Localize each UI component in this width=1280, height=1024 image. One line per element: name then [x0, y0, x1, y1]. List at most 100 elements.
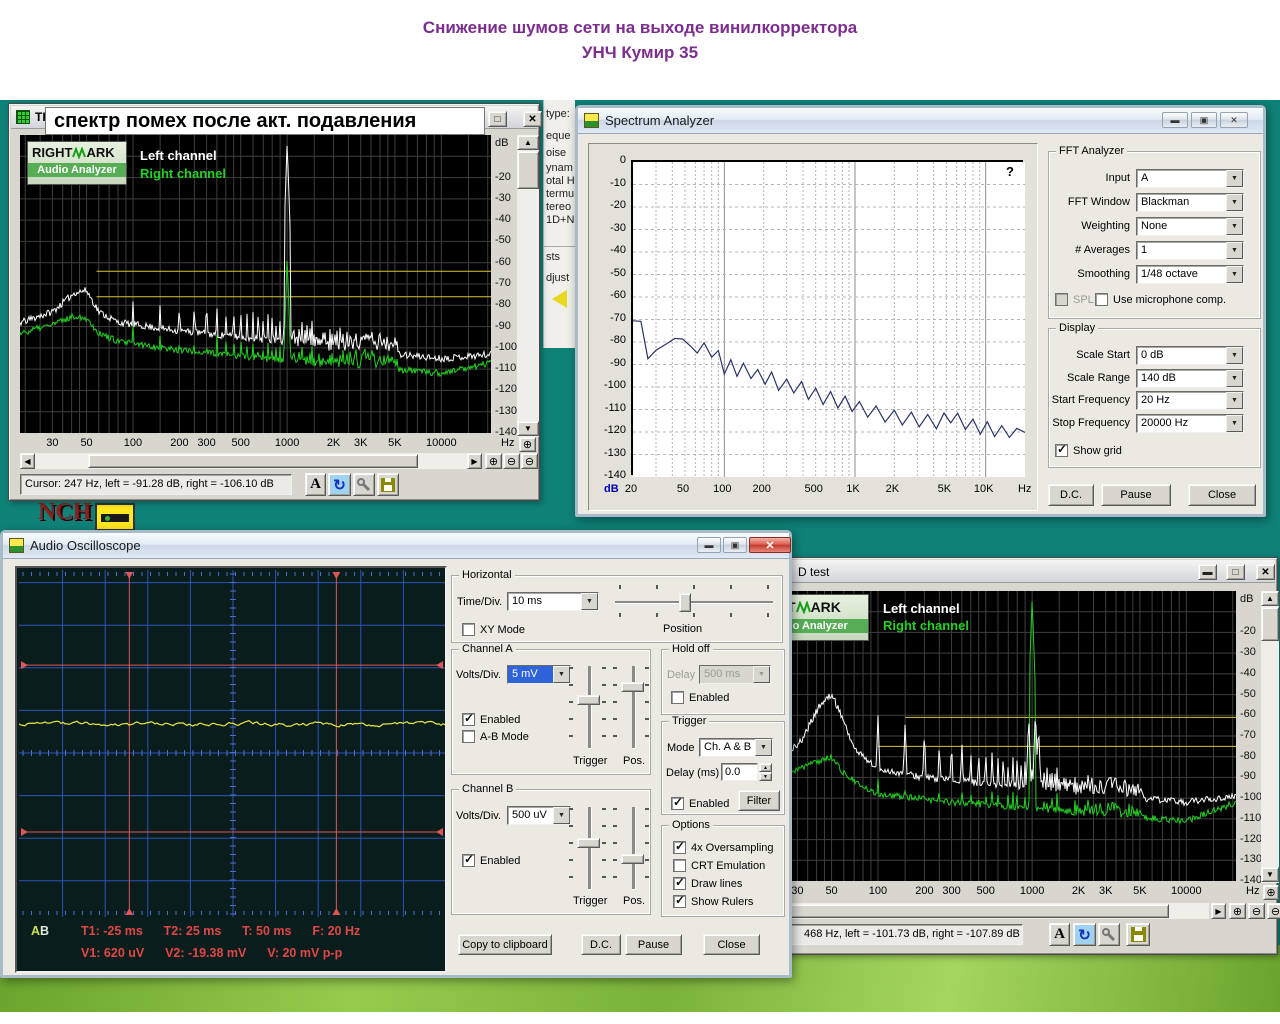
- show-grid-checkbox[interactable]: [1055, 444, 1068, 457]
- refresh-button[interactable]: ↻: [328, 473, 351, 496]
- dropdown-arrow-icon[interactable]: ▼: [553, 666, 570, 683]
- pause-button[interactable]: Pause: [1101, 484, 1171, 506]
- position-slider-thumb[interactable]: [679, 593, 691, 612]
- dropdown-arrow-icon[interactable]: ▼: [1226, 170, 1243, 187]
- zoom-in-button-2[interactable]: ⊕: [485, 453, 502, 469]
- titlebar[interactable]: Spectrum Analyzer ▬ ▣ ✕: [578, 108, 1263, 134]
- display-row-combo-3[interactable]: 20000 Hz▼: [1136, 414, 1244, 433]
- play-arrow-icon[interactable]: [552, 290, 567, 308]
- trigger-thumb-a[interactable]: [577, 695, 600, 705]
- xy-mode-checkbox[interactable]: [462, 623, 475, 636]
- close-button[interactable]: ✕: [523, 111, 542, 127]
- maximize-button[interactable]: □: [488, 111, 507, 127]
- settings-wrench-button[interactable]: [353, 473, 375, 496]
- fft-row-combo-0[interactable]: A▼: [1136, 169, 1244, 188]
- dropdown-arrow-icon[interactable]: ▼: [1226, 392, 1243, 409]
- scroll-left-icon[interactable]: ◀: [20, 453, 35, 469]
- scroll-thumb[interactable]: [769, 904, 1169, 918]
- dc-button[interactable]: D.C.: [581, 934, 621, 955]
- scroll-up-icon[interactable]: ▲: [1261, 591, 1279, 606]
- scope-display[interactable]: [19, 570, 445, 917]
- option-checkbox-1[interactable]: [673, 859, 686, 872]
- zoom-in-button-2[interactable]: ⊕: [1229, 903, 1246, 919]
- volts-div-combo-a[interactable]: 5 mV▼: [507, 665, 571, 684]
- dropdown-arrow-icon[interactable]: ▼: [1226, 370, 1243, 387]
- pause-button[interactable]: Pause: [625, 934, 682, 955]
- mic-comp-checkbox[interactable]: [1095, 293, 1108, 306]
- copy-to-clipboard-button[interactable]: Copy to clipboard: [458, 934, 552, 955]
- close-button[interactable]: ✕: [1220, 112, 1248, 128]
- option-checkbox-0[interactable]: [673, 841, 686, 854]
- pos-thumb-a[interactable]: [621, 682, 644, 692]
- dropdown-arrow-icon[interactable]: ▼: [1226, 415, 1243, 432]
- holdoff-enabled-checkbox[interactable]: [671, 691, 684, 704]
- zoom-out-button[interactable]: ⊖: [1248, 903, 1265, 919]
- enabled-checkbox-a[interactable]: [462, 713, 475, 726]
- minimize-button[interactable]: ▬: [1198, 564, 1217, 580]
- zoom-out-button-2[interactable]: ⊖: [521, 453, 538, 469]
- maximize-button[interactable]: ▣: [723, 537, 747, 553]
- ab-mode-checkbox[interactable]: [462, 730, 475, 743]
- trigger-delay-field[interactable]: 0.0: [721, 763, 758, 781]
- zoom-in-button[interactable]: ⊕: [1263, 885, 1279, 900]
- horizontal-scrollbar[interactable]: [765, 903, 1209, 919]
- titlebar[interactable]: Audio Oscilloscope ▬ ▣ ✕: [3, 533, 789, 559]
- scroll-thumb[interactable]: [88, 454, 418, 468]
- settings-wrench-button[interactable]: [1098, 923, 1120, 946]
- scroll-thumb[interactable]: [517, 151, 539, 189]
- option-checkbox-3[interactable]: [673, 895, 686, 908]
- scroll-thumb[interactable]: [1261, 607, 1279, 641]
- dc-button[interactable]: D.C.: [1048, 484, 1094, 506]
- trigger-slider-a[interactable]: [588, 666, 591, 748]
- position-slider-track[interactable]: [615, 601, 773, 603]
- close-button[interactable]: ✕: [1256, 564, 1275, 580]
- vertical-scrollbar[interactable]: ▲ ▼: [1261, 591, 1279, 883]
- dropdown-arrow-icon[interactable]: ▼: [581, 593, 598, 610]
- save-button[interactable]: [1126, 923, 1150, 946]
- trigger-delay-spinner[interactable]: ▲ ▼: [759, 763, 772, 781]
- maximize-button[interactable]: ▣: [1191, 112, 1217, 128]
- option-checkbox-2[interactable]: [673, 877, 686, 890]
- volts-div-combo-b[interactable]: 500 uV▼: [507, 806, 571, 825]
- dropdown-arrow-icon[interactable]: ▼: [1226, 242, 1243, 259]
- zoom-in-button[interactable]: ⊕: [519, 437, 536, 452]
- spinner-up-icon[interactable]: ▲: [759, 763, 772, 772]
- dropdown-arrow-icon[interactable]: ▼: [1226, 218, 1243, 235]
- close-button-bottom[interactable]: Close: [703, 934, 760, 955]
- help-glyph[interactable]: ?: [1006, 164, 1014, 179]
- enabled-checkbox-b[interactable]: [462, 854, 475, 867]
- fft-row-combo-4[interactable]: 1/48 octave▼: [1136, 265, 1244, 284]
- desktop-icon-nch[interactable]: NCH: [38, 499, 91, 526]
- scroll-up-icon[interactable]: ▲: [517, 135, 539, 150]
- minimize-button[interactable]: ▬: [1162, 112, 1188, 128]
- pos-thumb-b[interactable]: [621, 854, 644, 864]
- dropdown-arrow-icon[interactable]: ▼: [1226, 266, 1243, 283]
- zoom-out-button[interactable]: ⊖: [503, 453, 520, 469]
- pos-slider-b[interactable]: [632, 807, 635, 889]
- filter-button[interactable]: Filter: [738, 790, 780, 811]
- analyzer-plot[interactable]: [631, 160, 1023, 475]
- display-row-combo-2[interactable]: 20 Hz▼: [1136, 391, 1244, 410]
- dropdown-arrow-icon[interactable]: ▼: [755, 739, 772, 756]
- refresh-button[interactable]: ↻: [1073, 923, 1096, 946]
- dropdown-arrow-icon[interactable]: ▼: [1226, 347, 1243, 364]
- fft-row-combo-1[interactable]: Blackman▼: [1136, 193, 1244, 212]
- spl-checkbox[interactable]: [1055, 293, 1068, 306]
- pos-slider-a[interactable]: [632, 666, 635, 748]
- font-button[interactable]: A: [305, 473, 326, 496]
- spinner-down-icon[interactable]: ▼: [759, 772, 772, 781]
- zoom-out-button-2[interactable]: ⊖: [1267, 903, 1280, 919]
- scroll-right-icon[interactable]: ▶: [1211, 903, 1226, 919]
- trigger-thumb-b[interactable]: [577, 838, 600, 848]
- dropdown-arrow-icon[interactable]: ▼: [553, 807, 570, 824]
- scroll-down-icon[interactable]: ▼: [1261, 867, 1279, 882]
- minimize-button[interactable]: ▬: [697, 537, 721, 553]
- font-button[interactable]: A: [1049, 923, 1070, 946]
- save-button[interactable]: [377, 473, 399, 496]
- time-div-combo[interactable]: 10 ms▼: [507, 592, 599, 611]
- dropdown-arrow-icon[interactable]: ▼: [1226, 194, 1243, 211]
- trigger-enabled-checkbox[interactable]: [671, 797, 684, 810]
- fft-row-combo-2[interactable]: None▼: [1136, 217, 1244, 236]
- fft-row-combo-3[interactable]: 1▼: [1136, 241, 1244, 260]
- desktop-icon-audio-tool[interactable]: [95, 503, 135, 531]
